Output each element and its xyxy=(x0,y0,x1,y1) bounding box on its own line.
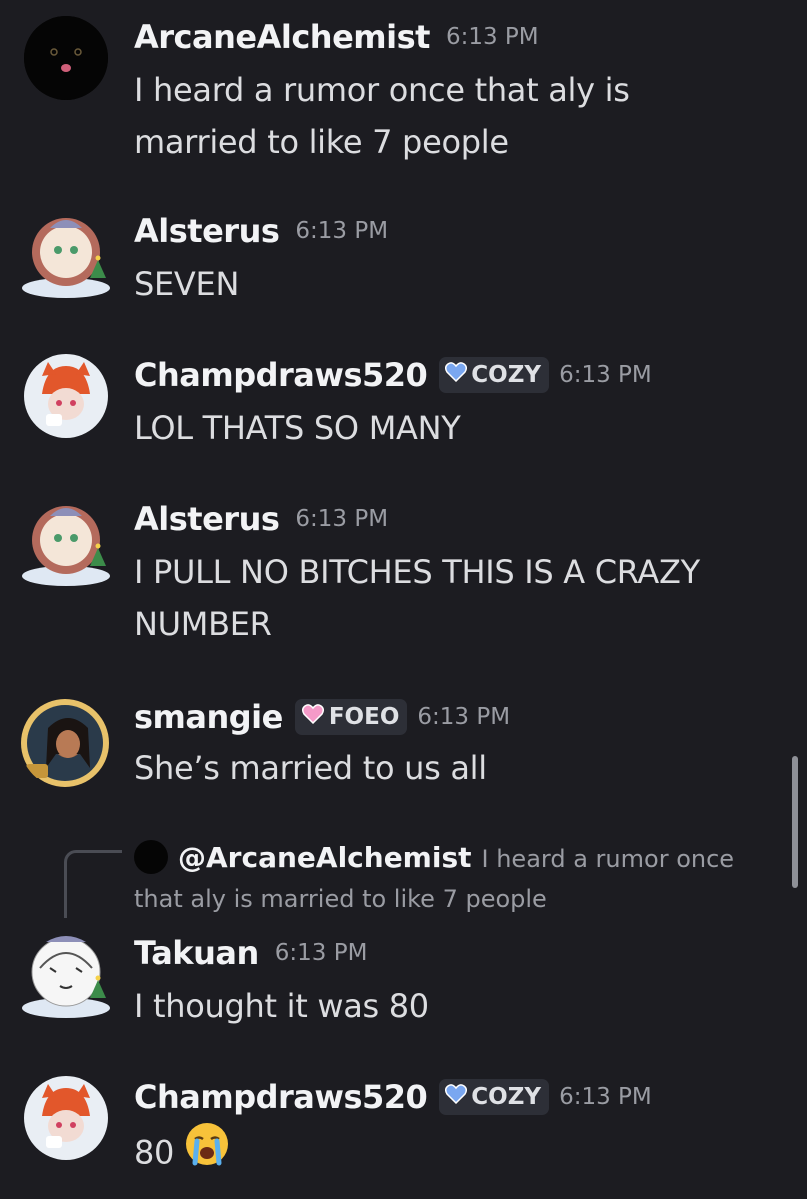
pixel-portrait-avatar-icon xyxy=(21,699,109,787)
timestamp: 6:13 PM xyxy=(274,940,368,966)
message-content: I thought it was 80 xyxy=(134,980,784,1032)
anime-character-avatar-icon xyxy=(22,506,110,586)
message-line: SEVEN xyxy=(134,265,240,303)
author-name[interactable]: Takuan xyxy=(134,934,259,972)
author-name[interactable]: smangie xyxy=(134,698,283,736)
scrollbar[interactable] xyxy=(792,756,798,888)
author-name[interactable]: Alsterus xyxy=(134,500,280,538)
message-content: I PULL NO BITCHES THIS IS A CRAZY NUMBER xyxy=(134,546,784,650)
author-name[interactable]: ArcaneAlchemist xyxy=(134,18,430,56)
heart-icon xyxy=(445,362,468,388)
reply-reference[interactable]: @ArcaneAlchemist I heard a rumor once tha… xyxy=(134,838,774,919)
avatar[interactable] xyxy=(20,698,110,788)
guild-tag-badge[interactable]: FOEO xyxy=(294,699,408,735)
reply-connector xyxy=(64,850,122,918)
timestamp: 6:13 PM xyxy=(559,362,652,388)
loudly-crying-face-icon xyxy=(184,1121,230,1182)
dark-creature-avatar-icon xyxy=(24,16,108,100)
guild-tag-label: COZY xyxy=(471,1084,542,1110)
message-line: NUMBER xyxy=(134,605,272,643)
guild-tag-badge[interactable]: COZY xyxy=(439,1079,550,1115)
avatar[interactable] xyxy=(24,1076,108,1160)
guild-tag-badge[interactable]: COZY xyxy=(439,357,550,393)
heart-icon xyxy=(301,704,325,730)
reply-preview-line1: I heard a rumor once xyxy=(481,845,735,873)
message-line: I heard a rumor once that aly is xyxy=(134,71,630,109)
fox-hat-character-avatar-icon xyxy=(24,1076,108,1160)
avatar[interactable] xyxy=(24,16,108,100)
timestamp: 6:13 PM xyxy=(295,218,389,244)
message-content: She’s married to us all xyxy=(134,742,784,794)
avatar[interactable] xyxy=(20,208,112,300)
guild-tag-label: FOEO xyxy=(328,704,400,730)
timestamp: 6:13 PM xyxy=(295,506,389,532)
message-content: I heard a rumor once that aly is married… xyxy=(134,64,784,168)
timestamp: 6:13 PM xyxy=(559,1084,652,1110)
message-line: She’s married to us all xyxy=(134,749,487,787)
message-content: LOL THATS SO MANY xyxy=(134,402,784,454)
fox-hat-character-avatar-icon xyxy=(24,354,108,438)
reply-mention[interactable]: @ArcaneAlchemist xyxy=(178,841,472,874)
reply-avatar xyxy=(134,840,168,874)
author-name[interactable]: Alsterus xyxy=(134,212,280,250)
message-content: 80 xyxy=(134,1121,784,1185)
message-line: married to like 7 people xyxy=(134,123,509,161)
avatar[interactable] xyxy=(20,928,112,1020)
guild-tag-label: COZY xyxy=(471,362,542,388)
message-line: LOL THATS SO MANY xyxy=(134,409,461,447)
reply-preview-line2: that aly is married to like 7 people xyxy=(134,885,547,913)
timestamp: 6:13 PM xyxy=(417,704,511,730)
timestamp: 6:13 PM xyxy=(445,24,539,50)
anime-character-avatar-icon xyxy=(22,218,110,298)
avatar[interactable] xyxy=(24,354,108,438)
avatar[interactable] xyxy=(20,496,112,588)
author-name[interactable]: Champdraws520 xyxy=(134,1078,428,1116)
heart-icon xyxy=(445,1084,468,1110)
author-name[interactable]: Champdraws520 xyxy=(134,356,428,394)
sketch-character-avatar-icon xyxy=(22,936,110,1018)
message-line: 80 xyxy=(134,1133,175,1172)
message-line: I thought it was 80 xyxy=(134,987,429,1025)
message-line: I PULL NO BITCHES THIS IS A CRAZY xyxy=(134,553,700,591)
message-content: SEVEN xyxy=(134,258,784,310)
